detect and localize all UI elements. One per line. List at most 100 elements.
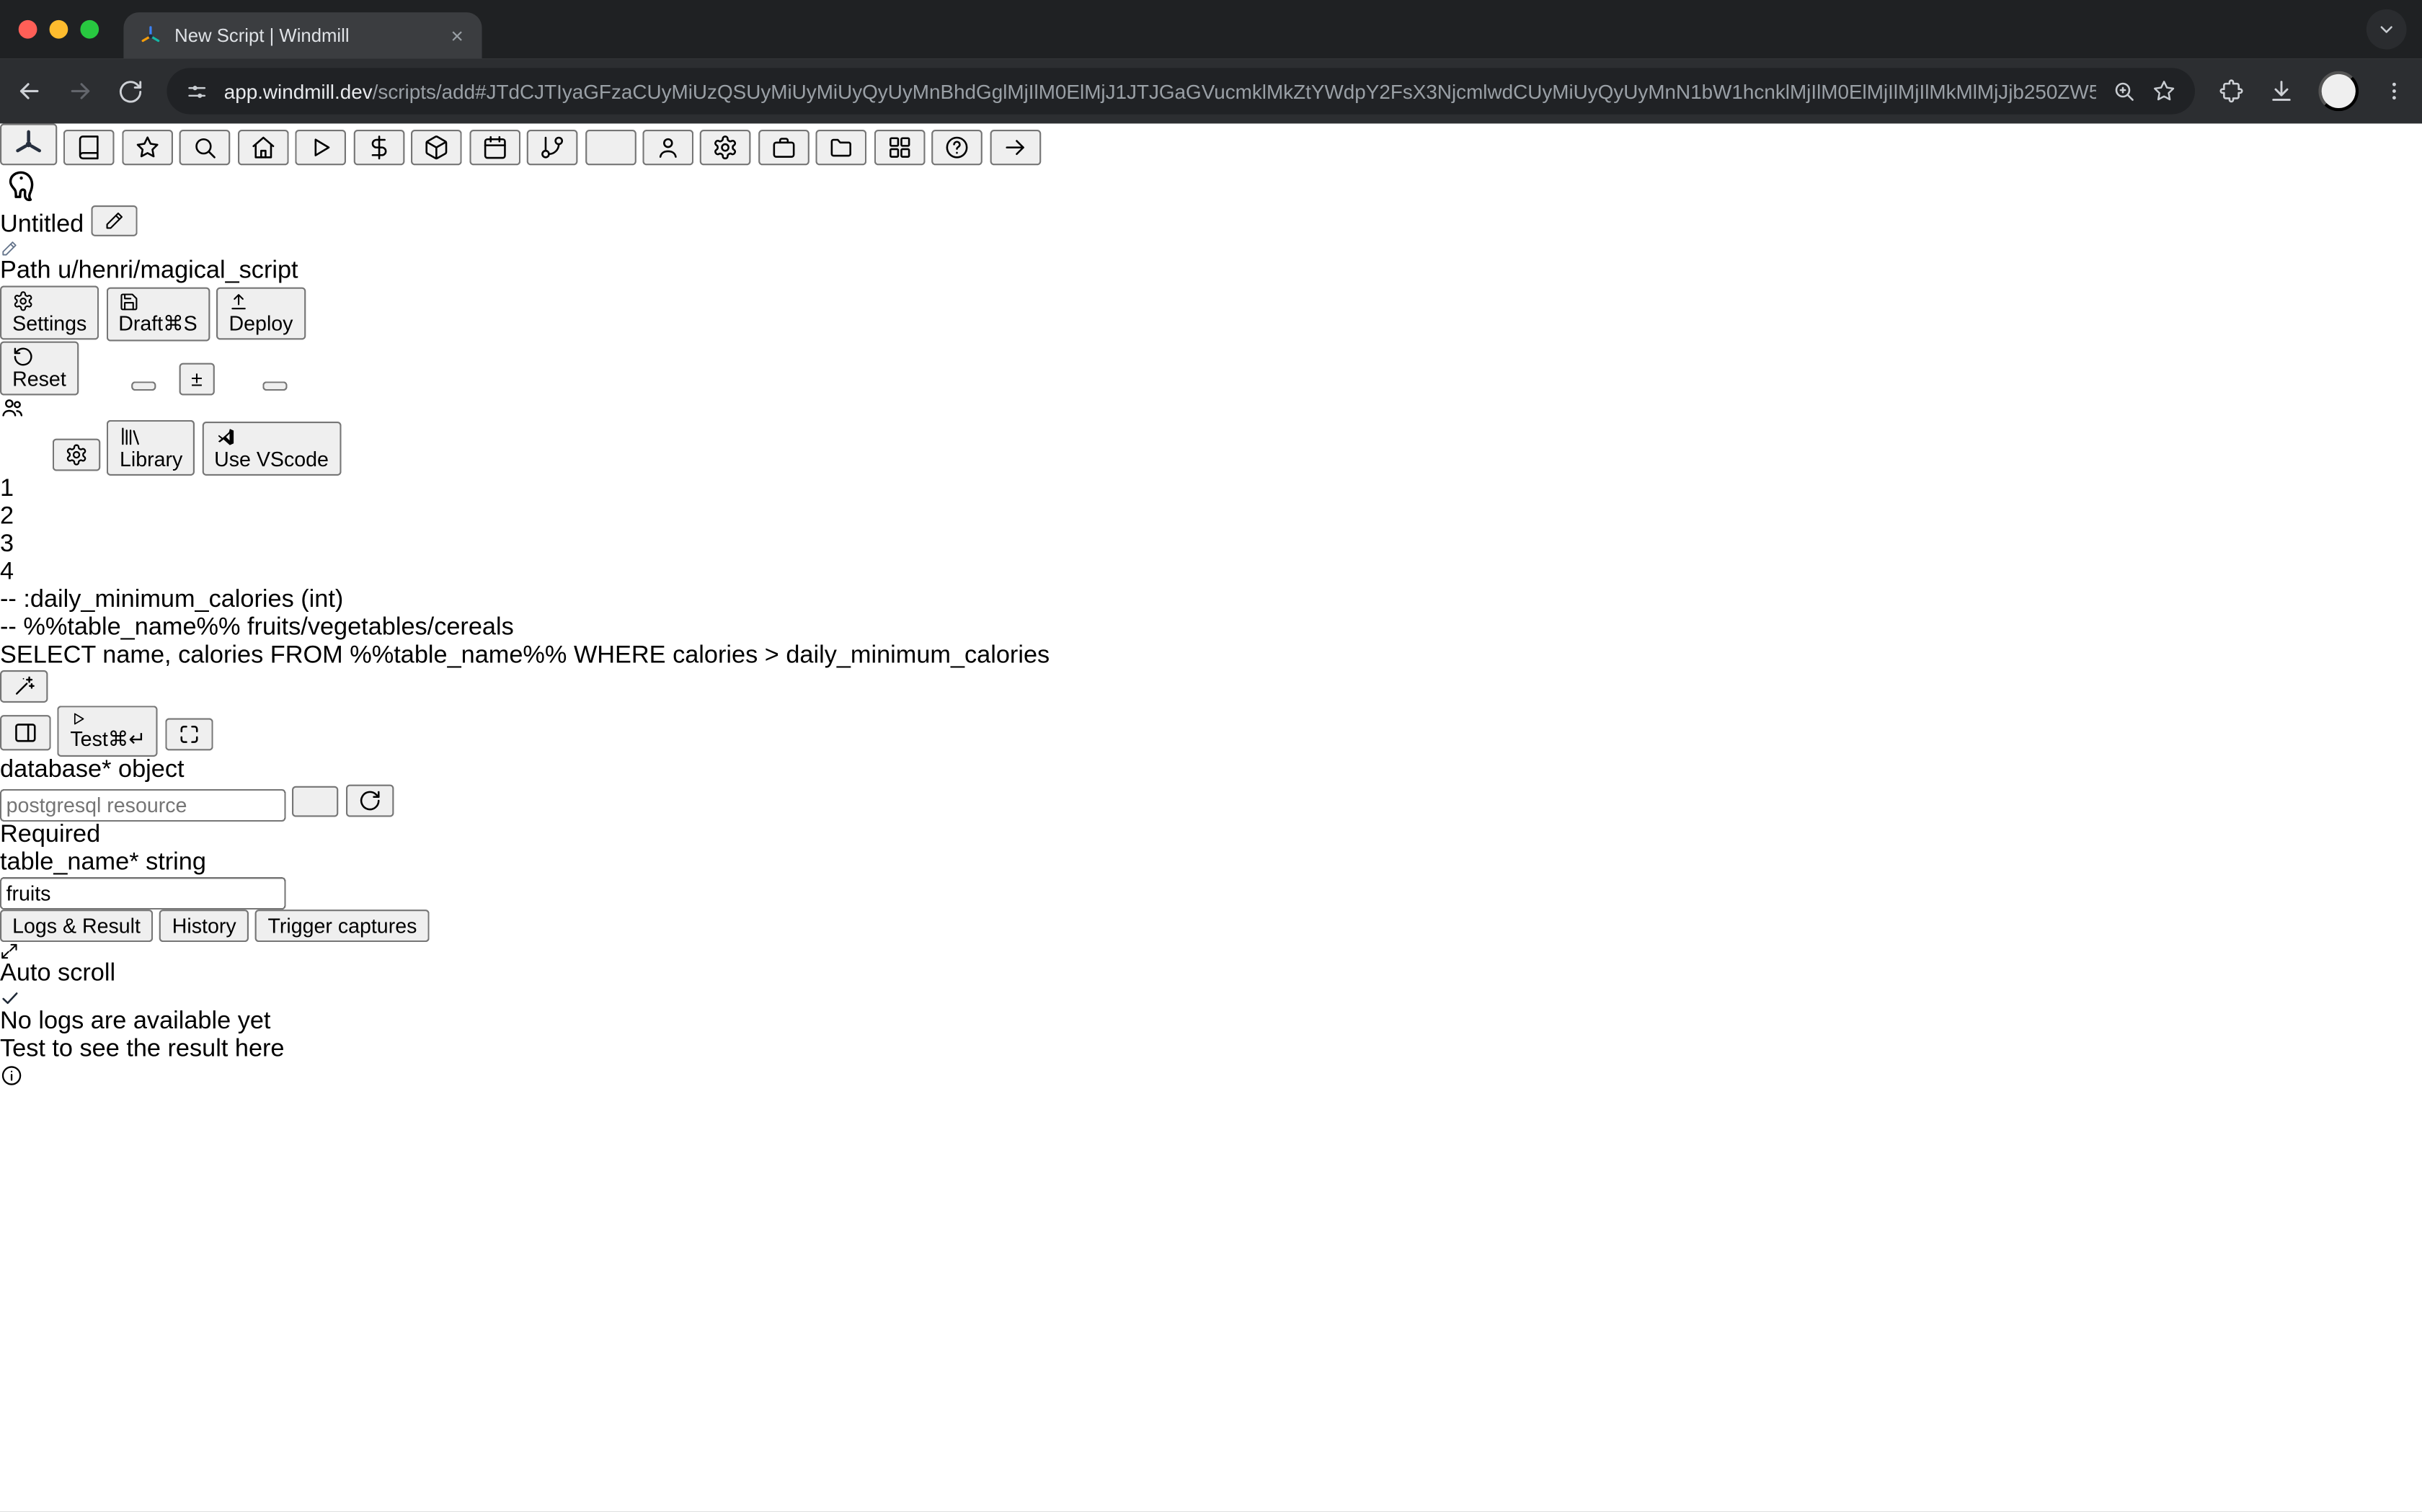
zoom-icon[interactable] [2111,79,2136,103]
window-controls [19,20,99,39]
focus-mode-button[interactable] [165,718,213,750]
sidebar-item-resources[interactable] [411,130,462,165]
table-name-input[interactable] [0,877,285,910]
line-number[interactable]: 1 [0,476,2422,504]
database-field-row [0,785,2422,822]
forward-icon[interactable] [66,77,94,105]
left-sidebar [0,123,2422,168]
tab-history[interactable]: History [160,910,249,942]
address-bar[interactable]: app.windmill.dev/scripts/add#JTdCJTIyaGF… [167,68,2195,114]
code-lines: -- :daily_minimum_calories (int)-- %%tab… [0,587,2422,670]
extensions-icon[interactable] [2218,78,2244,104]
result-section: Test to see the result here [0,1036,2422,1088]
panel-toggle-icon[interactable] [0,715,51,750]
gear-icon [713,134,739,160]
minimize-window-button[interactable] [50,20,68,39]
browser-tab[interactable]: New Script | Windmill × [123,12,482,58]
expand-sidebar-button[interactable] [990,130,1041,165]
tab-logs-result[interactable]: Logs & Result [0,910,153,942]
deploy-button[interactable]: Deploy [216,288,305,340]
sidebar-item-variables[interactable] [353,130,404,165]
editor-gutter: 1234 [0,476,2422,587]
profile-avatar[interactable] [2318,71,2359,112]
postgresql-icon [0,169,2422,205]
table-name-field-label: table_name* string [0,850,2422,878]
tab-title: New Script | Windmill [174,25,435,46]
apps-icon [887,134,913,160]
back-icon[interactable] [15,77,43,105]
sidebar-item-triggers[interactable] [527,130,578,165]
tab-trigger-captures[interactable]: Trigger captures [255,910,429,942]
create-icon [597,134,623,160]
variables-icon [365,134,391,160]
close-window-button[interactable] [19,20,37,39]
editor-settings-icon[interactable] [53,439,100,471]
code-line[interactable]: SELECT name, calories FROM %%table_name%… [0,642,2422,670]
auto-scroll-control[interactable]: Auto scroll [0,942,2422,1008]
reset-button[interactable]: Reset [0,342,79,396]
sidebar-item-folders[interactable] [816,130,867,165]
focus-mode-icon [177,723,200,746]
refresh-resources-icon[interactable] [346,785,394,817]
edit-title-icon[interactable] [91,205,137,236]
expand-icon[interactable] [0,942,19,961]
search-icon [192,134,218,160]
database-input[interactable] [0,789,285,822]
sidebar-item-apps[interactable] [874,130,925,165]
test-button[interactable]: Test⌘↵ [58,706,158,757]
windmill-app-window: New Script | Windmill × app.windmill.dev… [0,0,2422,1512]
user-icon [655,134,681,160]
bookmark-star-icon[interactable] [2152,79,2176,103]
library-button[interactable]: Library [107,420,195,476]
windmill-logo[interactable] [0,123,57,165]
close-tab-icon[interactable]: × [448,25,466,46]
diff-icon[interactable]: ± [179,363,215,396]
editor-toolbar: Reset ± Library Use VScode [0,342,2422,476]
code-line[interactable]: -- %%table_name%% fruits/vegetables/cere… [0,615,2422,643]
sidebar-item-users[interactable] [642,130,693,165]
tab-search-icon[interactable] [2366,9,2407,50]
sidebar-item-settings[interactable] [701,130,752,165]
use-vscode-button[interactable]: Use VScode [202,422,341,476]
windmill-app: Untitled Path u/henri/magical_script Set… [0,123,2422,1087]
sidebar-item-runs[interactable] [296,130,347,165]
add-resource-button[interactable] [293,786,339,817]
code-editor[interactable]: 1234 -- :daily_minimum_calories (int)-- … [0,476,2422,706]
sidebar-item-favorites[interactable] [122,130,173,165]
ai-assistant-button[interactable] [0,670,48,703]
new-tab-icon[interactable] [497,20,542,50]
reload-icon[interactable] [117,78,143,104]
sidebar-item-schedules[interactable] [469,130,520,165]
info-icon[interactable] [0,1064,2422,1087]
database-field-type: object [118,757,185,783]
reset-icon [12,346,34,368]
required-asterisk: * [129,850,138,876]
sidebar-item-create[interactable] [585,130,636,165]
runs-icon [308,134,334,160]
sidebar-item-search[interactable] [179,130,231,165]
diff-toggle[interactable] [132,381,156,391]
workers-icon [771,134,797,160]
play-icon [70,711,87,728]
multiplayer-icon [0,396,2422,420]
sidebar-item-home[interactable] [238,130,289,165]
line-number[interactable]: 2 [0,504,2422,532]
path-chip[interactable]: Path u/henri/magical_script [0,239,2422,285]
sidebar-item-scripts[interactable] [64,130,115,165]
sidebar-item-workers[interactable] [758,130,809,165]
site-info-icon[interactable] [185,79,208,102]
line-number[interactable]: 3 [0,531,2422,559]
browser-menu-icon[interactable] [2382,79,2406,103]
sidebar-item-help[interactable] [932,130,983,165]
line-number[interactable]: 4 [0,559,2422,587]
maximize-window-button[interactable] [80,20,99,39]
script-title[interactable]: Untitled [0,212,84,238]
save-icon [118,292,138,312]
code-line[interactable]: -- :daily_minimum_calories (int) [0,587,2422,615]
settings-button[interactable]: Settings [0,285,99,339]
panel-tabs: Logs & Result History Trigger captures [0,910,2422,942]
multiplayer-toggle[interactable] [262,381,286,391]
download-icon[interactable] [2268,77,2296,105]
required-note: Required [0,822,2422,850]
draft-button[interactable]: Draft⌘S [106,288,210,342]
